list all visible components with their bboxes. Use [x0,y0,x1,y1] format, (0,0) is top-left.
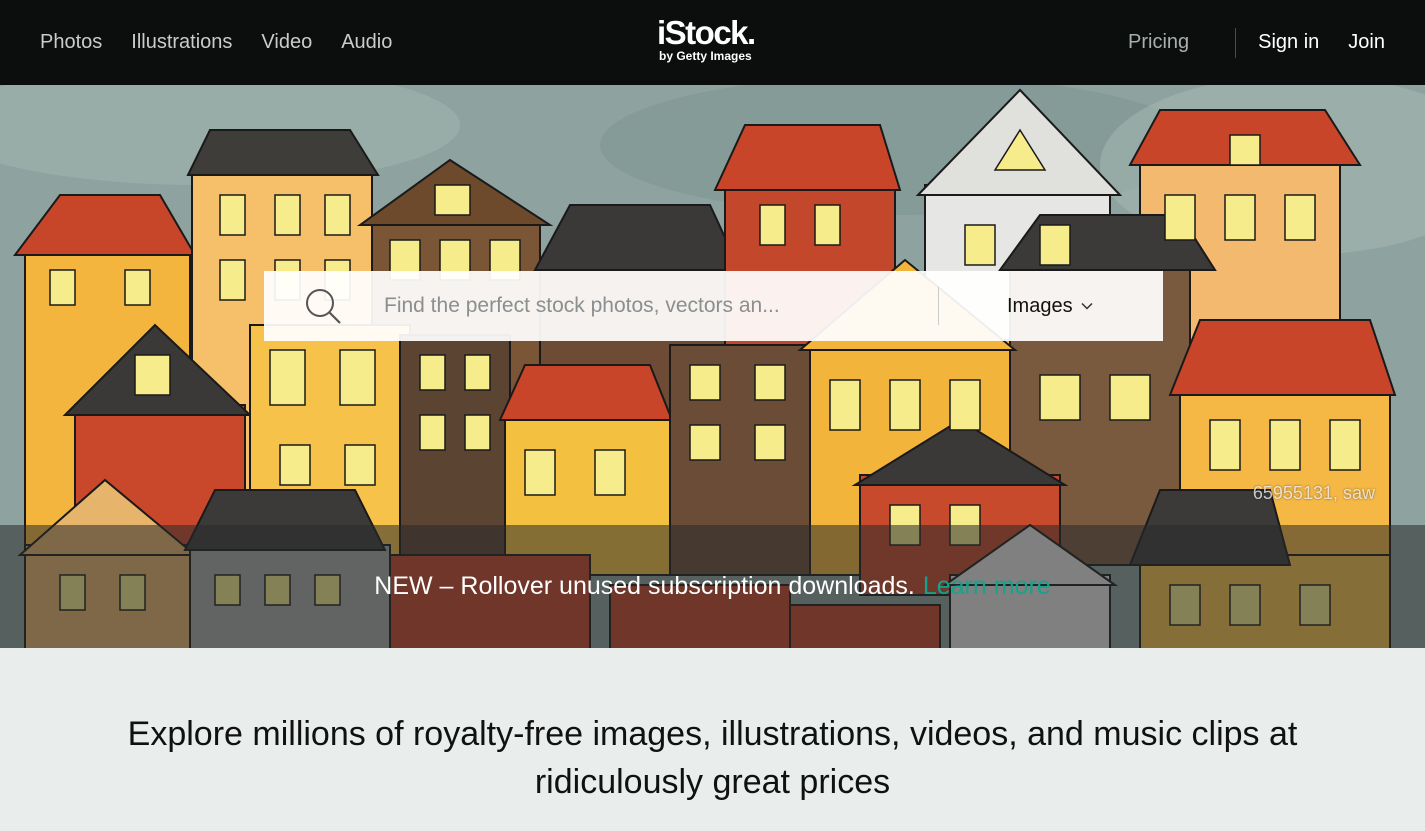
nav-link-video[interactable]: Video [261,31,312,54]
explore-section: Explore millions of royalty-free images,… [0,648,1425,831]
media-type-nav: Photos Illustrations Video Audio [40,0,392,85]
explore-headline: Explore millions of royalty-free images,… [127,715,1298,801]
nav-divider [1235,27,1237,58]
media-type-dropdown[interactable]: Images [1007,271,1093,341]
chevron-down-icon [1081,302,1093,310]
search-divider [938,287,939,325]
nav-link-photos[interactable]: Photos [40,31,102,54]
pricing-link[interactable]: Pricing [1128,31,1189,54]
nav-link-audio[interactable]: Audio [341,31,392,54]
media-type-selected: Images [1007,294,1073,317]
top-navigation: Photos Illustrations Video Audio iStock.… [0,0,1425,85]
search-bar: Images [264,271,1163,341]
account-nav: Pricing Sign in Join [1128,0,1385,85]
sign-in-link[interactable]: Sign in [1258,31,1319,54]
logo-brand: iStock. [657,14,756,51]
learn-more-link[interactable]: Learn more [923,572,1051,601]
search-input[interactable] [384,286,924,326]
promo-banner-text: NEW – Rollover unused subscription downl… [374,572,915,600]
join-link[interactable]: Join [1348,31,1385,54]
search-icon[interactable] [304,287,342,325]
logo-tagline: by Getty Images [659,49,752,63]
hero-section: 65955131, saw Images NEW – Rollover unus… [0,85,1425,648]
promo-banner: NEW – Rollover unused subscription downl… [0,525,1425,648]
image-credit: 65955131, saw [1252,483,1375,503]
istock-logo[interactable]: iStock. by Getty Images [657,16,777,68]
nav-link-illustrations[interactable]: Illustrations [131,31,232,54]
